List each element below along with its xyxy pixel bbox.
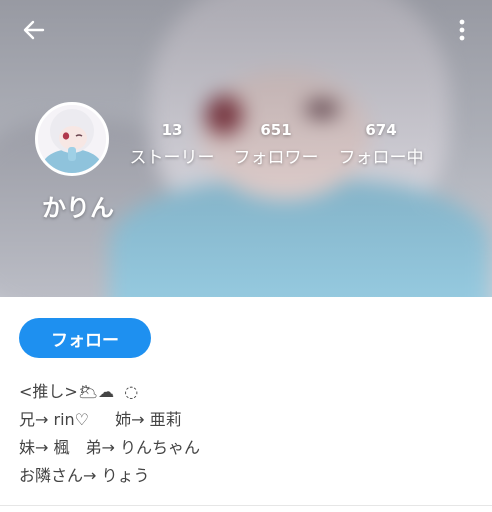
stories-label: ストーリー [129, 148, 215, 168]
stat-followers[interactable]: 651 フォロワー [227, 120, 325, 168]
back-button[interactable] [14, 14, 54, 46]
stat-stories[interactable]: 13 ストーリー [123, 120, 221, 168]
avatar-image [38, 105, 106, 173]
more-vertical-icon [459, 19, 465, 41]
followers-count: 651 [260, 121, 292, 139]
following-count: 674 [365, 121, 397, 139]
bio-line: お隣さん→ りょう [19, 466, 150, 485]
followers-label: フォロワー [233, 148, 319, 168]
bio-line: 妹→ 楓 弟→ りんちゃん [19, 438, 200, 457]
stories-count: 13 [161, 121, 183, 139]
bio: <推し>🌥☁︎︎︎︎︎︎ ︎︎︎︎︎︎ ◌ 兄→ rin♡ 姉→ 亜莉 妹→ 楓… [19, 378, 479, 490]
profile-name: かりん [42, 194, 114, 222]
bio-line: 兄→ rin♡ 姉→ 亜莉 [19, 410, 182, 429]
following-label: フォロー中 [338, 148, 424, 168]
profile-header: かりん 13 ストーリー 651 フォロワー 674 フォロー中 [0, 0, 492, 297]
avatar[interactable] [35, 102, 109, 176]
divider [0, 505, 492, 506]
arrow-left-icon [23, 20, 45, 40]
stat-following[interactable]: 674 フォロー中 [332, 120, 430, 168]
bio-line: <推し>🌥☁︎︎︎︎︎︎ ︎︎︎︎︎︎ ◌ [19, 382, 139, 401]
follow-button[interactable]: フォロー [19, 318, 151, 358]
more-options-button[interactable] [446, 14, 478, 46]
profile-body: フォロー <推し>🌥☁︎︎︎︎︎︎ ︎︎︎︎︎︎ ◌ 兄→ rin♡ 姉→ 亜莉… [0, 297, 492, 512]
